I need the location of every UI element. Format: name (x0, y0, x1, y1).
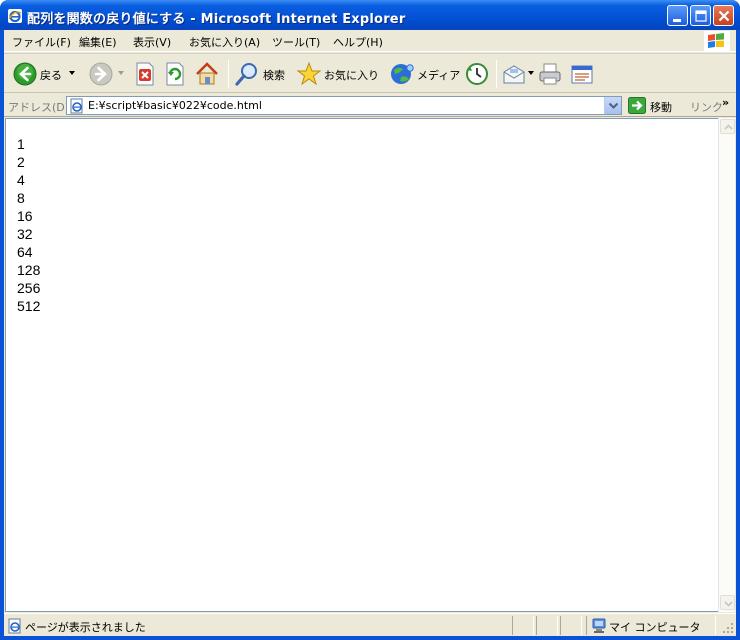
ie-window: 配列を関数の戻り値にする - Microsoft Internet Explor… (0, 0, 740, 640)
windows-flag-icon (704, 31, 730, 51)
mail-icon[interactable] (502, 60, 528, 88)
close-icon (718, 10, 730, 22)
vertical-scrollbar[interactable] (718, 118, 735, 612)
page-content: 1 2 4 8 16 32 64 128 256 512 (5, 118, 719, 612)
forward-icon[interactable] (88, 60, 114, 88)
menu-favorites[interactable]: お気に入り(A) (189, 34, 260, 50)
go-arrow-icon[interactable] (628, 97, 646, 114)
output-line: 32 (17, 226, 33, 242)
computer-zone-icon (592, 618, 606, 633)
scroll-up-button[interactable] (720, 119, 735, 134)
output-line: 8 (17, 190, 25, 206)
output-line: 16 (17, 208, 33, 224)
menu-file[interactable]: ファイル(F) (12, 34, 71, 50)
go-button-label[interactable]: 移動 (650, 99, 672, 115)
forward-dropdown-icon[interactable] (118, 71, 125, 76)
links-label[interactable]: リンク (690, 99, 723, 115)
address-input[interactable]: E:¥script¥basic¥022¥code.html (66, 96, 622, 115)
back-icon[interactable] (12, 60, 38, 88)
maximize-icon (695, 10, 707, 22)
close-button[interactable] (713, 5, 734, 26)
menu-tools[interactable]: ツール(T) (272, 34, 320, 50)
status-text: ページが表示されました (25, 621, 146, 634)
output-line: 512 (17, 298, 41, 314)
maximize-button[interactable] (690, 5, 711, 26)
status-pane (512, 616, 534, 635)
zone-text: マイ コンピュータ (609, 621, 701, 634)
favorites-star-icon[interactable] (296, 60, 322, 88)
home-icon[interactable] (194, 60, 220, 88)
window-title: 配列を関数の戻り値にする - Microsoft Internet Explor… (27, 12, 406, 27)
menu-help[interactable]: ヘルプ(H) (333, 34, 383, 50)
standard-toolbar: 戻る 検索 お気に入り メディア (4, 53, 736, 93)
edit-icon[interactable] (569, 60, 595, 88)
menu-edit[interactable]: 編集(E) (79, 34, 117, 50)
page-icon (70, 98, 83, 114)
search-icon[interactable] (234, 60, 260, 88)
menu-bar: ファイル(F) 編集(E) 表示(V) お気に入り(A) ツール(T) ヘルプ(… (4, 30, 736, 52)
title-bar[interactable]: 配列を関数の戻り値にする - Microsoft Internet Explor… (0, 0, 740, 30)
search-button-label[interactable]: 検索 (263, 67, 285, 83)
minimize-icon (673, 19, 681, 22)
output-line: 1 (17, 136, 25, 152)
links-chevron[interactable]: » (722, 96, 729, 109)
status-bar: ページが表示されました マイ コンピュータ (4, 613, 736, 636)
menu-view[interactable]: 表示(V) (133, 34, 171, 50)
back-button-label[interactable]: 戻る (40, 67, 62, 83)
output-line: 2 (17, 154, 25, 170)
refresh-icon[interactable] (164, 60, 186, 88)
toolbar-separator (496, 60, 497, 88)
page-done-icon (8, 618, 21, 634)
favorites-button-label[interactable]: お気に入り (324, 67, 379, 83)
output-line: 128 (17, 262, 41, 278)
resize-grip-icon[interactable] (722, 622, 734, 634)
output-line: 4 (17, 172, 25, 188)
ie-logo-icon (8, 9, 22, 23)
scroll-down-button[interactable] (720, 595, 735, 610)
window-client: ファイル(F) 編集(E) 表示(V) お気に入り(A) ツール(T) ヘルプ(… (4, 30, 736, 636)
stop-icon[interactable] (134, 60, 156, 88)
media-button-label[interactable]: メディア (417, 67, 460, 83)
chevron-down-icon (608, 102, 619, 109)
history-icon[interactable] (464, 60, 490, 88)
chevron-down-icon (724, 601, 733, 607)
output-line: 64 (17, 244, 33, 260)
address-url[interactable]: E:¥script¥basic¥022¥code.html (88, 99, 262, 112)
status-pane (560, 616, 582, 635)
media-icon[interactable] (389, 60, 415, 88)
address-bar: アドレス(D) E:¥script¥basic¥022¥code.html 移動… (4, 94, 736, 117)
mail-dropdown-icon[interactable] (528, 71, 535, 76)
minimize-button[interactable] (667, 5, 688, 26)
toolbar-separator (228, 60, 229, 88)
print-icon[interactable] (537, 60, 563, 88)
output-line: 256 (17, 280, 41, 296)
status-pane (536, 616, 558, 635)
address-label: アドレス(D) (8, 101, 70, 114)
address-dropdown-button[interactable] (604, 97, 621, 114)
output-lines: 1 2 4 8 16 32 64 128 256 512 (17, 135, 40, 315)
back-dropdown-icon[interactable] (69, 71, 76, 76)
chevron-up-icon (724, 124, 733, 130)
